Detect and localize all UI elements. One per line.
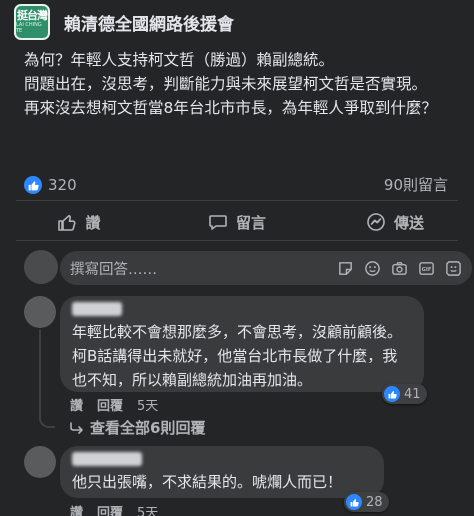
page-logo[interactable]: 挺台灣 LAI CHING TE: [14, 4, 50, 40]
comment-count[interactable]: 90則留言: [384, 174, 448, 195]
page-header: 挺台灣 LAI CHING TE 賴清德全國網路後援會: [0, 0, 474, 44]
commenter-name-redacted[interactable]: [72, 302, 122, 316]
page-name[interactable]: 賴清德全國網路後援會: [64, 10, 234, 35]
post-text: 為何？年輕人支持柯文哲（勝過）賴副總統。 問題出在，沒思考，判斷能力與未來展望柯…: [24, 48, 464, 120]
comment-like-count[interactable]: 28: [344, 492, 389, 512]
user-avatar: [24, 250, 58, 284]
like-reaction-icon: [24, 176, 42, 194]
post-line: 再來沒去想柯文哲當8年台北市市長，為年輕人爭取到什麼？: [24, 99, 437, 117]
thread-line: [39, 330, 41, 420]
comment-like-button[interactable]: 讚: [70, 502, 83, 516]
comment-icon: [209, 215, 227, 230]
comment-like-number: 41: [404, 386, 421, 402]
comment-timestamp[interactable]: 5天: [137, 395, 158, 414]
divider: [16, 240, 458, 241]
logo-text: 挺台灣: [17, 9, 48, 22]
comment-meta: 讚 回覆 5天: [70, 502, 158, 516]
like-button[interactable]: 讚: [0, 206, 158, 238]
like-reaction-icon: [384, 386, 400, 402]
reply-arrow-icon: [70, 421, 83, 434]
view-replies-label: 查看全部6則回覆: [90, 419, 206, 437]
comment-reply-button[interactable]: 回覆: [97, 502, 123, 516]
gif-icon[interactable]: GIF: [417, 259, 435, 277]
thread-curve: [39, 414, 55, 428]
composer-placeholder: 撰寫回答……: [70, 261, 157, 278]
svg-text:GIF: GIF: [421, 266, 431, 272]
sticker-icon[interactable]: [336, 259, 354, 277]
like-reaction-icon: [346, 494, 362, 510]
comment-reply-button[interactable]: 回覆: [97, 395, 123, 414]
sticker-pack-icon[interactable]: [444, 259, 462, 277]
comment-like-button[interactable]: 讚: [70, 395, 83, 414]
comment-timestamp[interactable]: 5天: [137, 502, 158, 516]
composer-toolbar: GIF: [336, 259, 462, 277]
logo-subtext: LAI CHING TE: [16, 22, 42, 34]
messenger-icon: [367, 213, 385, 231]
comment-label: 留言: [235, 213, 266, 232]
comment-meta: 讚 回覆 5天: [70, 395, 158, 414]
comment-text: 他只出張嘴，不求結果的。唬爛人而已！: [72, 473, 343, 491]
action-bar: 讚 留言 傳送: [0, 206, 474, 238]
view-replies-link[interactable]: 查看全部6則回覆: [70, 417, 205, 438]
comment-text: 年輕比較不會想那麼多，不會思考，沒顧前顧後。柯B話講得出未就好，他當台北市長做了…: [72, 323, 403, 389]
reaction-count: 320: [48, 176, 77, 194]
thumbs-up-icon: [58, 214, 77, 231]
commenter-avatar[interactable]: [24, 446, 56, 478]
post-line: 為何？年輕人支持柯文哲（勝過）賴副總統。: [24, 51, 335, 69]
emoji-icon[interactable]: [363, 259, 381, 277]
share-label: 傳送: [393, 213, 424, 232]
comment-button[interactable]: 留言: [158, 206, 316, 238]
comment-bubble: 年輕比較不會想那麼多，不會思考，沒顧前顧後。柯B話講得出未就好，他當台北市長做了…: [60, 296, 424, 392]
camera-icon[interactable]: [390, 259, 408, 277]
reactions-summary[interactable]: 320: [24, 174, 77, 196]
divider: [16, 200, 458, 201]
like-label: 讚: [85, 213, 101, 232]
comment-like-count[interactable]: 41: [382, 384, 427, 404]
comment-like-number: 28: [366, 494, 383, 510]
commenter-avatar[interactable]: [24, 296, 56, 328]
post-line: 問題出在，沒思考，判斷能力與未來展望柯文哲是否實現。: [24, 75, 428, 93]
share-button[interactable]: 傳送: [316, 206, 474, 238]
comment-bubble: 他只出張嘴，不求結果的。唬爛人而已！: [60, 446, 384, 498]
comment-composer[interactable]: 撰寫回答…… GIF: [60, 251, 472, 285]
commenter-name-redacted[interactable]: [72, 452, 142, 466]
